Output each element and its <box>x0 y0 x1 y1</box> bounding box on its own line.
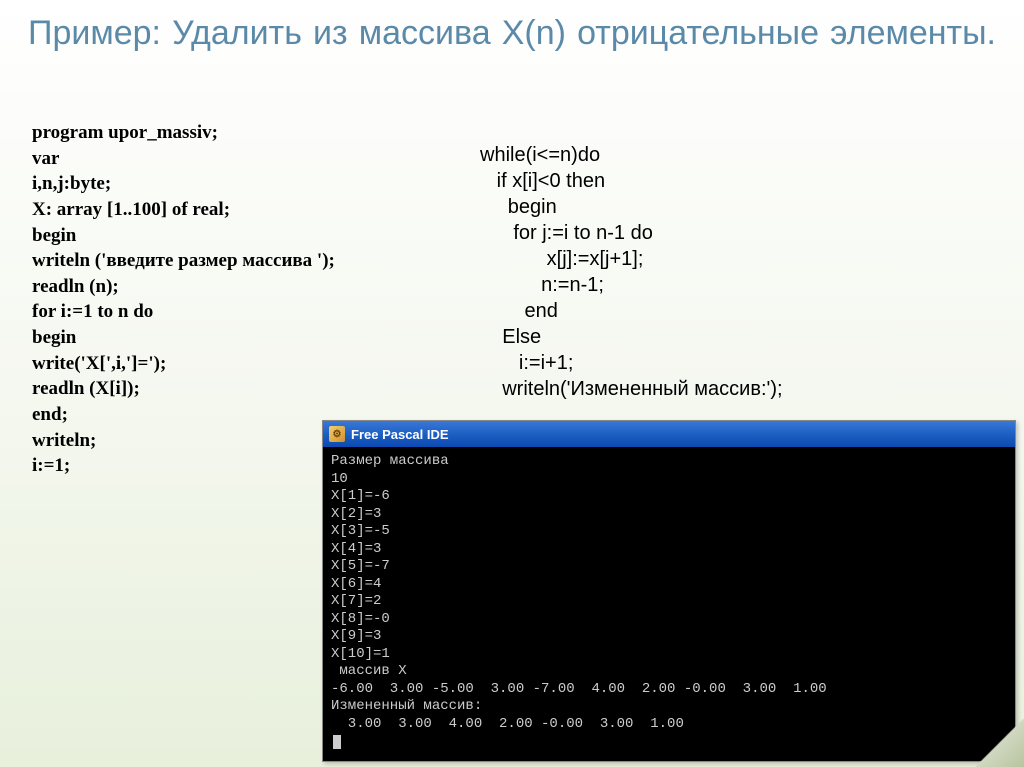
code-left-block: program upor_massiv; var i,n,j:byte; X: … <box>32 120 335 479</box>
code-right-block: while(i<=n)do if x[i]<0 then begin for j… <box>480 142 783 402</box>
slide-title: Пример: Удалить из массива X(n) отрицате… <box>0 0 1024 63</box>
console-text: Размер массива 10 X[1]=-6 X[2]=3 X[3]=-5… <box>331 453 827 732</box>
ide-titlebar: ⚙ Free Pascal IDE <box>323 421 1015 447</box>
page-corner-fold-icon <box>976 719 1024 767</box>
ide-console-output: Размер массива 10 X[1]=-6 X[2]=3 X[3]=-5… <box>323 447 1015 761</box>
pascal-ide-icon: ⚙ <box>329 426 345 442</box>
console-cursor <box>333 735 341 749</box>
ide-title-text: Free Pascal IDE <box>351 427 449 442</box>
ide-window: ⚙ Free Pascal IDE Размер массива 10 X[1]… <box>322 420 1016 762</box>
